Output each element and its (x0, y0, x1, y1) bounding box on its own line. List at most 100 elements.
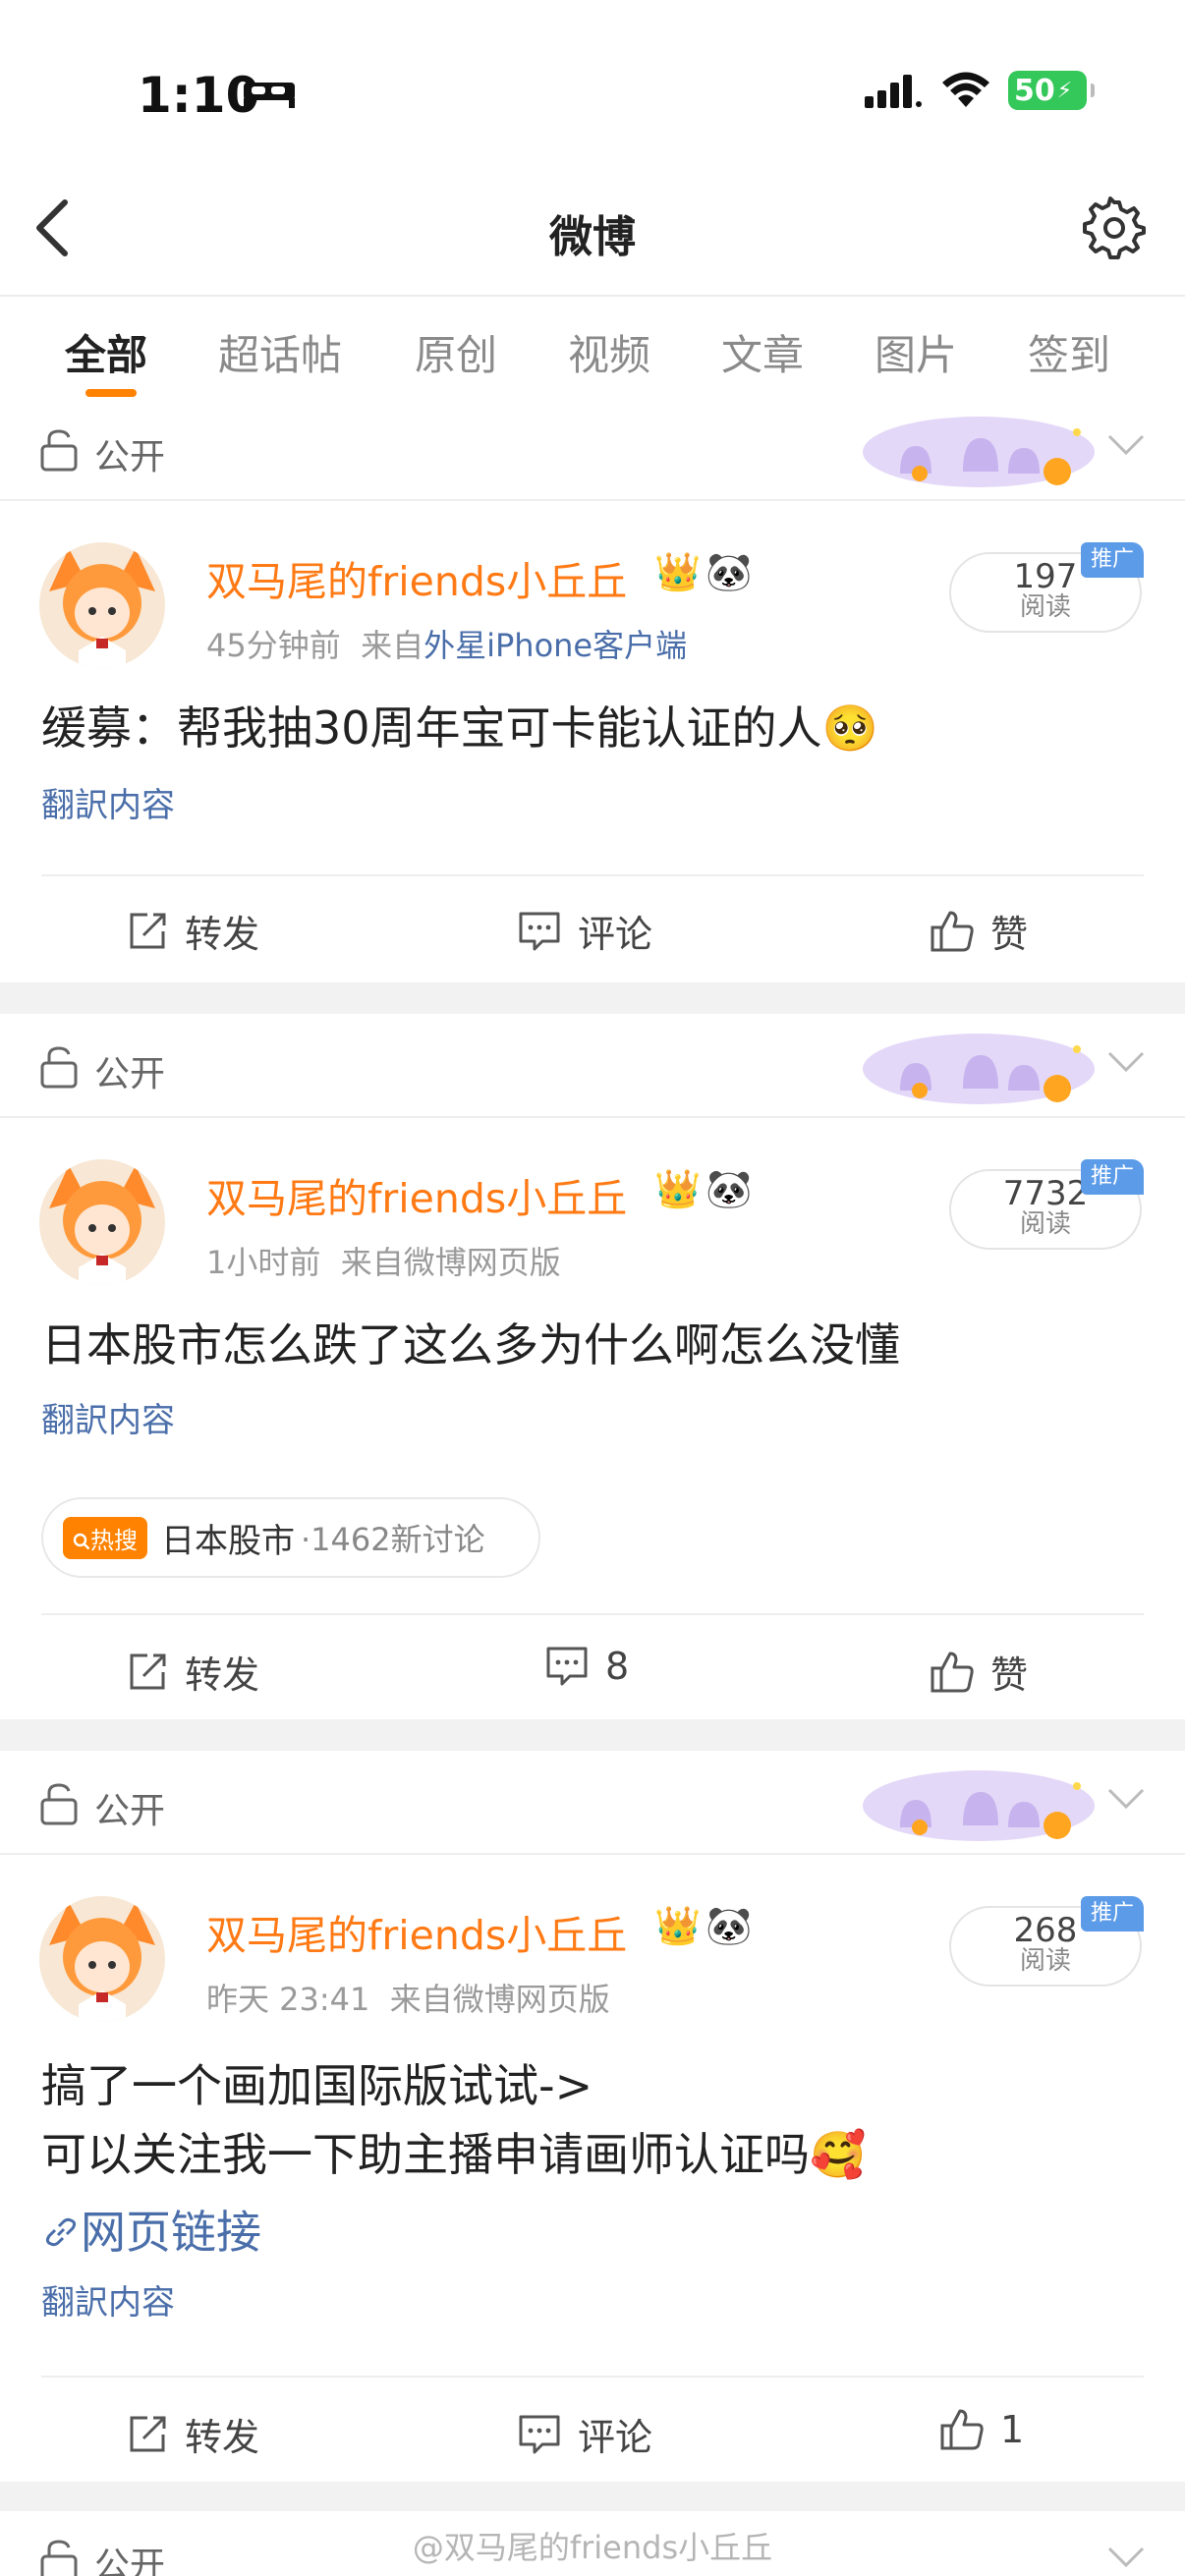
sleep-focus-icon (244, 83, 295, 108)
page-title: 微博 (549, 212, 636, 262)
repost-label: 转发 (185, 913, 260, 956)
comment-button[interactable]: 评论 (517, 2407, 652, 2461)
post-meta: 1小时前 来自微博网页版 (206, 1238, 561, 1283)
cellular-signal-icon (865, 75, 922, 108)
source-prefix: 来自 (389, 1981, 453, 2018)
visibility-label: 公开 (94, 1054, 166, 1094)
post-meta: 昨天 23:41 来自微博网页版 (206, 1975, 610, 2020)
tab-video[interactable]: 视频 (568, 322, 650, 382)
repost-icon (130, 1653, 166, 1689)
tab-active-indicator (85, 389, 137, 397)
tab-original[interactable]: 原创 (415, 322, 497, 382)
watermark: @双马尾的friends小丘丘 (412, 2529, 773, 2566)
read-label: 阅读 (1019, 592, 1071, 622)
post-content[interactable]: 搞了一个画加国际版试试-> 可以关注我一下助主播申请画师认证吗🥰 (41, 2051, 866, 2189)
comment-label: 评论 (578, 913, 653, 956)
post-content[interactable]: 日本股市怎么跌了这么多为什么啊怎么没懂 (41, 1311, 900, 1379)
username[interactable]: 双马尾的friends小丘丘 (206, 1902, 627, 1961)
post-text-line: 日本股市怎么跌了这么多为什么啊怎么没懂 (41, 1318, 900, 1372)
repost-button[interactable]: 转发 (126, 1645, 259, 1699)
actions-divider (41, 2376, 1144, 2378)
search-icon (73, 1533, 90, 1549)
thumbs-up-icon (931, 911, 974, 951)
post-card: 公开 双马尾的friends小丘丘 👑 🐼 昨天 23:41 来自微博网页版 2… (0, 1751, 1185, 2482)
comment-count: 8 (605, 1645, 630, 1688)
panda-badge-icon: 🐼 (705, 1167, 753, 1210)
username[interactable]: 双马尾的friends小丘丘 (206, 1165, 627, 1224)
avatar[interactable] (39, 1159, 165, 1285)
panda-badge-icon: 🐼 (705, 550, 753, 593)
tab-all[interactable]: 全部 (65, 322, 147, 382)
source-prefix: 来自 (361, 627, 424, 664)
status-icons: 50 ⚡ (865, 71, 1095, 110)
comment-label: 评论 (578, 2416, 653, 2459)
visibility-row: 公开 (0, 1751, 1185, 1855)
hot-search-tag: 热搜 (63, 1516, 147, 1559)
post-text-line: 搞了一个画加国际版试试-> (41, 2059, 593, 2112)
like-label: 赞 (990, 1653, 1029, 1697)
gear-icon[interactable] (1083, 196, 1146, 259)
link-icon (45, 2217, 77, 2247)
post-time: 45分钟前 (206, 627, 341, 664)
battery-level: 50 (1014, 73, 1055, 108)
actions-divider (41, 1613, 1144, 1615)
post-meta: 45分钟前 来自外星iPhone客户端 (206, 621, 687, 666)
username[interactable]: 双马尾的friends小丘丘 (206, 548, 627, 607)
repost-icon (130, 913, 166, 948)
avatar[interactable] (39, 1896, 165, 2022)
web-link-label: 网页链接 (81, 2206, 261, 2259)
like-count: 1 (1000, 2408, 1025, 2451)
comment-button[interactable]: 8 (544, 1645, 629, 1688)
source-prefix: 来自 (340, 1244, 404, 1281)
tab-supertopic[interactable]: 超话帖 (218, 322, 342, 382)
repost-button[interactable]: 转发 (126, 2407, 259, 2461)
ghost-decoration-icon (863, 1770, 1095, 1841)
header: 1:10 50 ⚡ 微博 (0, 0, 1185, 297)
hot-search-pill[interactable]: 热搜 日本股市 ·1462新讨论 (41, 1497, 540, 1578)
post-source: 微博网页版 (403, 1244, 561, 1281)
promote-badge[interactable]: 推广 (1081, 1159, 1144, 1195)
promote-badge[interactable]: 推广 (1081, 1896, 1144, 1932)
like-button[interactable]: 赞 (930, 1645, 1028, 1699)
chevron-down-icon[interactable] (1106, 432, 1146, 458)
comment-button[interactable]: 评论 (517, 904, 652, 958)
translate-link[interactable]: 翻訳内容 (41, 1393, 175, 1441)
hot-discussion-count: ·1462新讨论 (301, 1521, 485, 1558)
post-text-line: 可以关注我一下助主播申请画师认证吗🥰 (41, 2128, 867, 2181)
repost-button[interactable]: 转发 (126, 904, 259, 958)
visibility-row: 公开 (0, 397, 1185, 501)
lock-icon (40, 1783, 78, 1825)
post-content[interactable]: 缓募：帮我抽30周年宝可卡能认证的人🥺 (41, 694, 878, 762)
read-label: 阅读 (1019, 1946, 1071, 1976)
post-text-line: 缓募：帮我抽30周年宝可卡能认证的人🥺 (41, 701, 878, 755)
crown-badge-icon: 👑 (654, 550, 702, 593)
web-link[interactable]: 网页链接 (41, 2197, 261, 2262)
visibility-label: 公开 (94, 437, 166, 477)
ghost-decoration-icon (863, 417, 1095, 487)
translate-link[interactable]: 翻訳内容 (41, 778, 175, 826)
thumbs-up-icon (940, 2409, 984, 2450)
tab-article[interactable]: 文章 (721, 322, 804, 382)
charging-icon: ⚡ (1056, 78, 1073, 103)
like-label: 赞 (990, 913, 1029, 956)
post-source[interactable]: 外星iPhone客户端 (423, 627, 687, 664)
avatar[interactable] (39, 542, 165, 668)
repost-label: 转发 (185, 2416, 260, 2459)
tab-image[interactable]: 图片 (875, 322, 957, 382)
post-card: 公开 双马尾的friends小丘丘 👑 🐼 1小时前 来自微博网页版 7732 (0, 1014, 1185, 1719)
chevron-down-icon[interactable] (1106, 1786, 1146, 1812)
comment-icon (546, 1647, 588, 1686)
like-button[interactable]: 1 (939, 2407, 1024, 2452)
tab-checkin[interactable]: 签到 (1028, 322, 1110, 382)
like-button[interactable]: 赞 (930, 904, 1028, 958)
promote-badge[interactable]: 推广 (1081, 542, 1144, 578)
comment-icon (519, 2415, 560, 2453)
ghost-decoration-icon (863, 1034, 1095, 1104)
comment-icon (519, 912, 560, 950)
translate-link[interactable]: 翻訳内容 (41, 2275, 175, 2324)
read-label: 阅读 (1019, 1209, 1071, 1239)
chevron-down-icon[interactable] (1106, 1049, 1146, 1075)
wifi-icon (942, 72, 989, 107)
crown-badge-icon: 👑 (654, 1904, 702, 1947)
post-source: 微博网页版 (452, 1981, 610, 2018)
